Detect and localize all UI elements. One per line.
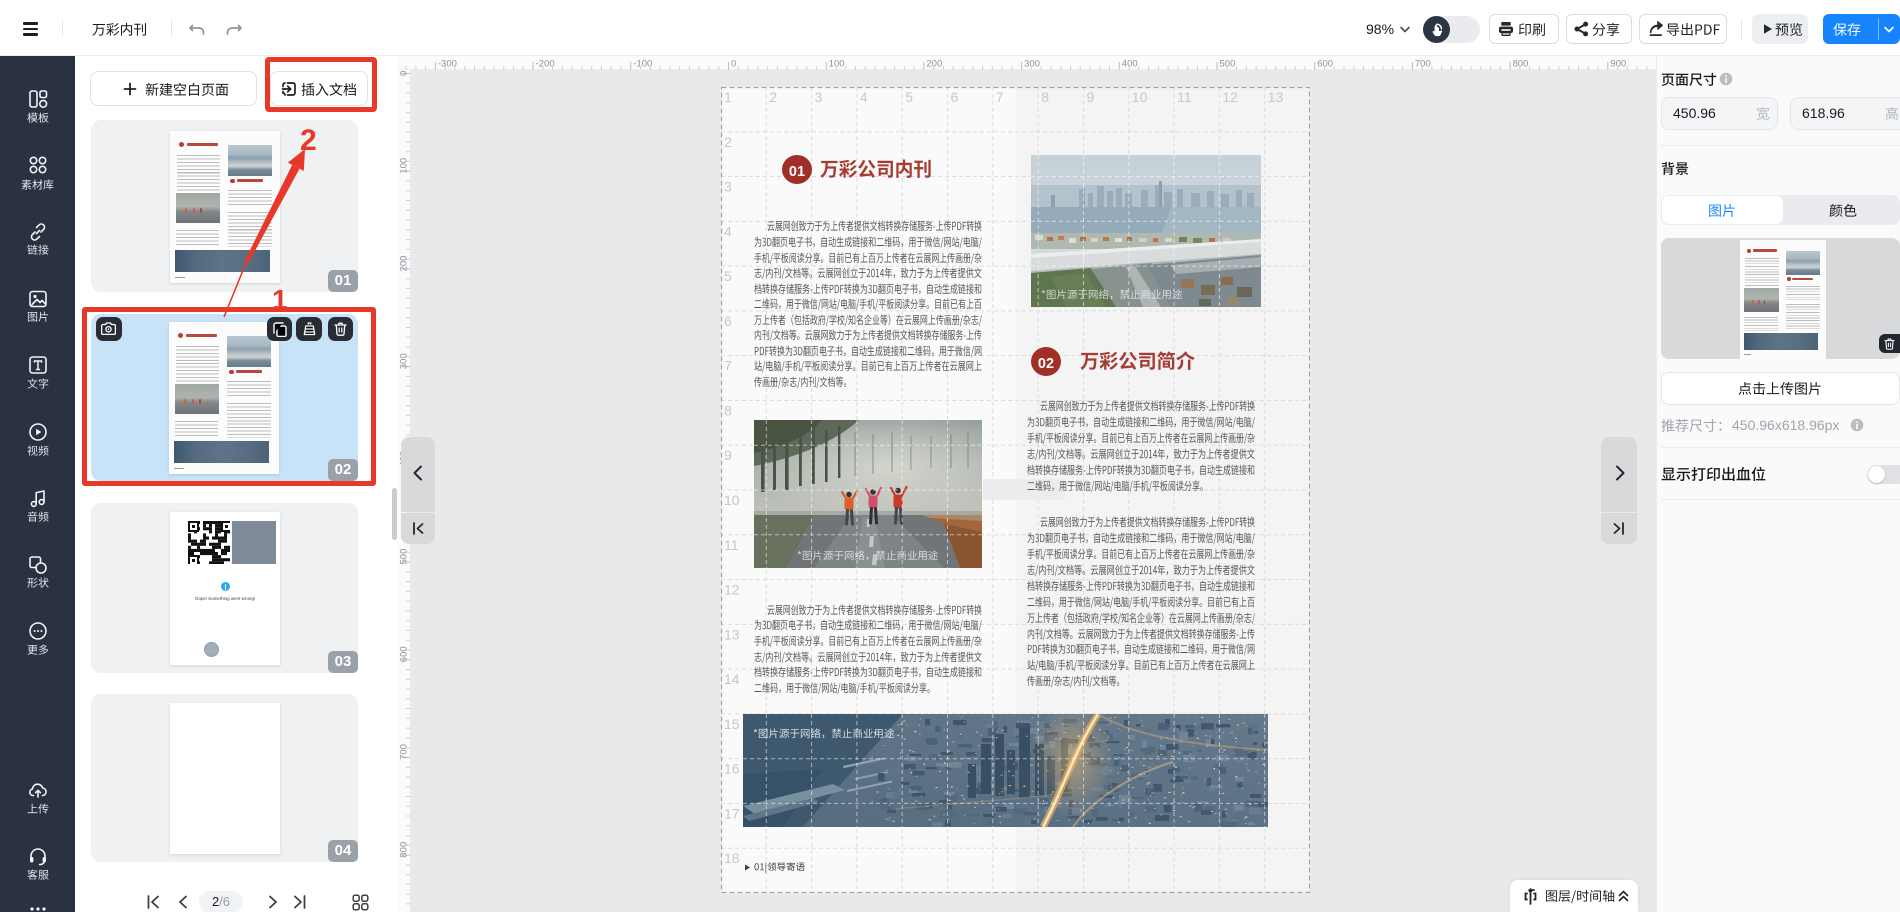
- svg-text:14: 14: [724, 671, 740, 687]
- svg-text:9: 9: [724, 447, 732, 463]
- svg-text:900: 900: [1610, 59, 1626, 70]
- svg-text:300: 300: [399, 353, 410, 369]
- svg-text:0: 0: [731, 59, 736, 70]
- svg-text:-200: -200: [536, 59, 555, 70]
- svg-text:7: 7: [724, 358, 732, 374]
- svg-text:8: 8: [1041, 89, 1049, 105]
- svg-text:6: 6: [724, 313, 732, 329]
- svg-text:1: 1: [724, 89, 732, 105]
- svg-text:9: 9: [1087, 89, 1095, 105]
- svg-text:600: 600: [1317, 59, 1333, 70]
- svg-text:11: 11: [1177, 89, 1192, 105]
- svg-text:700: 700: [399, 744, 410, 760]
- svg-text:15: 15: [724, 716, 740, 732]
- svg-text:7: 7: [996, 89, 1004, 105]
- svg-text:-100: -100: [633, 59, 652, 70]
- svg-text:16: 16: [724, 761, 740, 777]
- svg-text:17: 17: [724, 805, 740, 821]
- svg-text:10: 10: [724, 492, 740, 508]
- svg-text:10: 10: [1132, 89, 1148, 105]
- svg-text:3: 3: [724, 179, 732, 195]
- svg-text:400: 400: [1122, 59, 1138, 70]
- svg-text:600: 600: [399, 646, 410, 662]
- svg-text:500: 500: [1220, 59, 1236, 70]
- svg-text:6: 6: [951, 89, 959, 105]
- svg-text:4: 4: [724, 223, 732, 239]
- svg-text:13: 13: [724, 626, 740, 642]
- svg-text:800: 800: [399, 842, 410, 858]
- svg-text:700: 700: [1415, 59, 1431, 70]
- svg-text:800: 800: [1513, 59, 1529, 70]
- svg-text:12: 12: [724, 582, 740, 598]
- svg-text:3: 3: [815, 89, 823, 105]
- svg-text:100: 100: [399, 158, 410, 174]
- svg-text:100: 100: [829, 59, 845, 70]
- svg-text:300: 300: [1024, 59, 1040, 70]
- svg-text:8: 8: [724, 402, 732, 418]
- svg-text:200: 200: [926, 59, 942, 70]
- svg-text:18: 18: [724, 850, 740, 866]
- svg-text:2: 2: [724, 134, 732, 150]
- svg-text:5: 5: [905, 89, 913, 105]
- svg-text:11: 11: [724, 537, 739, 553]
- svg-text:12: 12: [1222, 89, 1238, 105]
- svg-text:4: 4: [860, 89, 868, 105]
- svg-text:500: 500: [399, 549, 410, 565]
- svg-text:-300: -300: [438, 59, 457, 70]
- svg-text:200: 200: [399, 256, 410, 272]
- svg-text:2: 2: [769, 89, 777, 105]
- svg-text:5: 5: [724, 268, 732, 284]
- svg-text:0: 0: [399, 71, 410, 76]
- svg-text:13: 13: [1268, 89, 1284, 105]
